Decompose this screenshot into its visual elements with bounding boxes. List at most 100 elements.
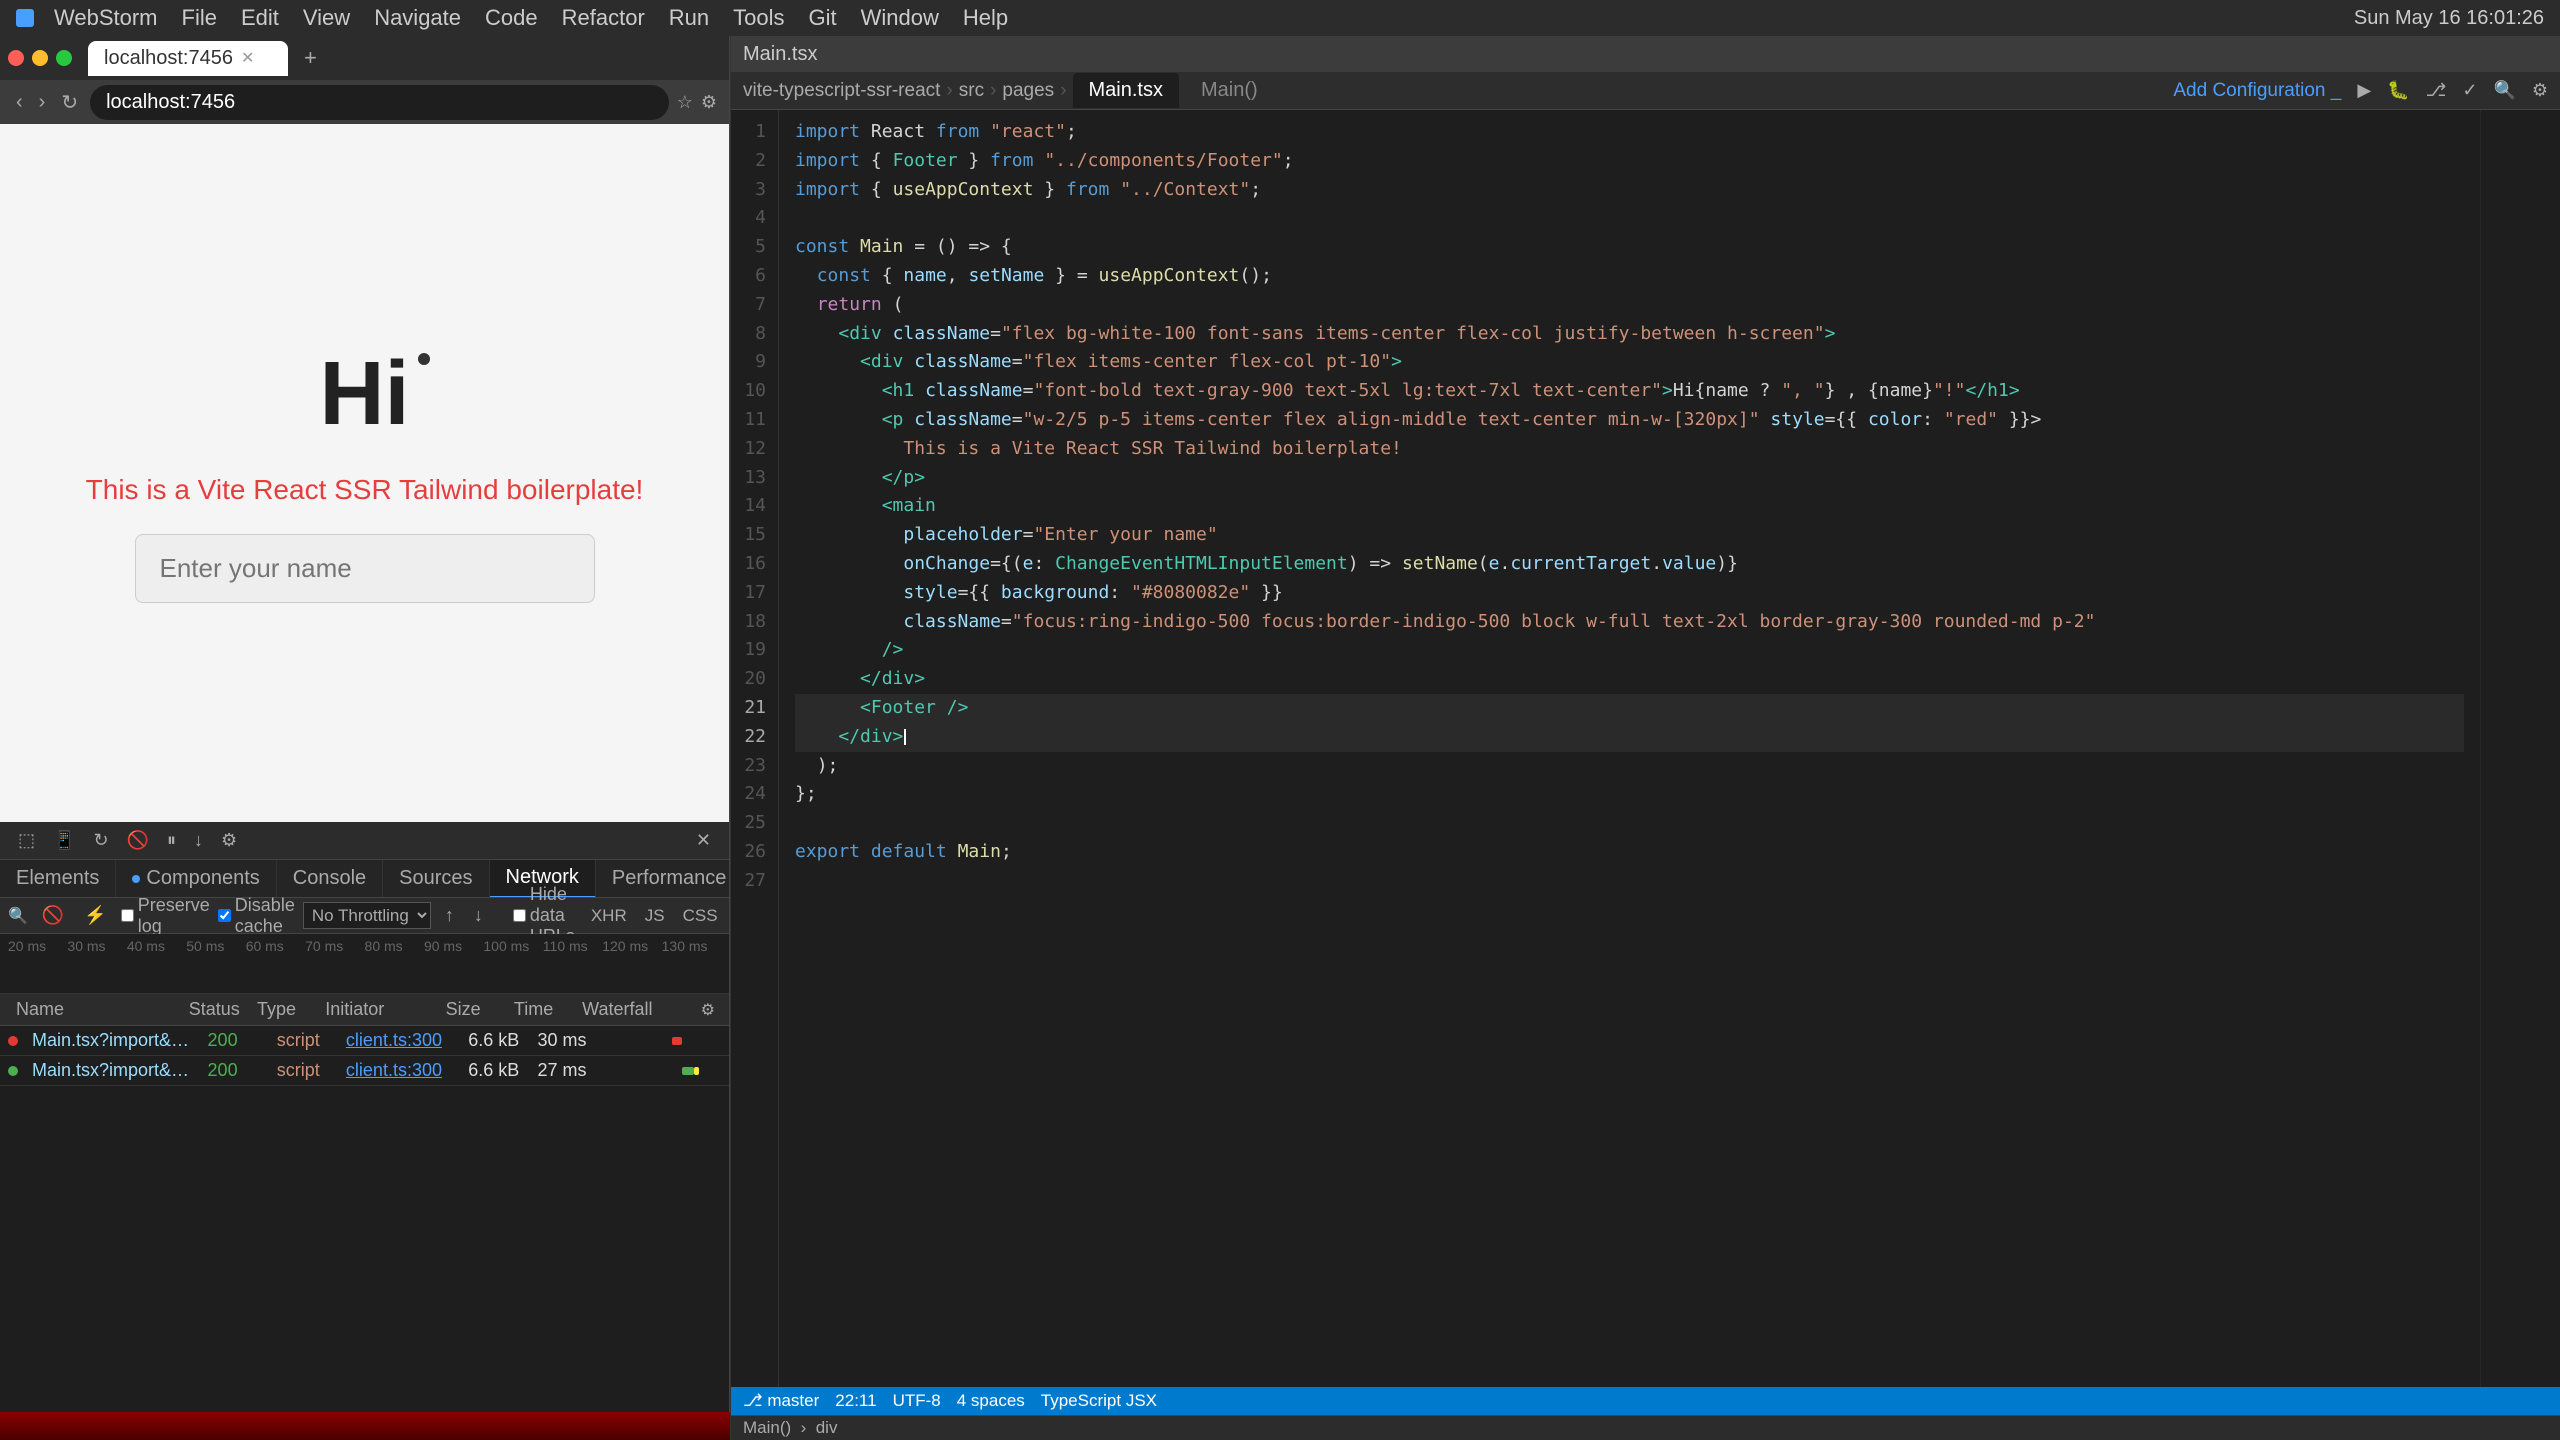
menu-edit[interactable]: Edit [241, 5, 279, 31]
menu-refactor[interactable]: Refactor [562, 5, 645, 31]
tab-elements[interactable]: Elements [0, 860, 116, 898]
menu-window[interactable]: Window [861, 5, 939, 31]
menu-file[interactable]: File [182, 5, 217, 31]
line-6: 6 [731, 262, 766, 291]
devtools-pause-icon[interactable]: ⏸ [161, 826, 182, 855]
code-area[interactable]: import React from "react"; import { Foot… [779, 110, 2480, 1387]
devtools-inspect-icon[interactable]: ⬚ [12, 826, 41, 855]
code-line-4 [795, 204, 2464, 233]
close-button[interactable] [8, 50, 24, 66]
debug-icon[interactable]: 🐛 [2387, 80, 2409, 101]
row-indicator-1 [8, 1036, 18, 1046]
network-table: Name Status Type Initiator Size Time Wat… [0, 994, 729, 1415]
line-23: 23 [731, 752, 766, 781]
devtools-more-icon[interactable]: ✕ [690, 826, 717, 855]
table-settings-icon[interactable]: ⚙ [695, 996, 721, 1024]
network-row-1[interactable]: Main.tsx?import&t=1621195283300 200 scri… [0, 1026, 729, 1056]
forward-button[interactable]: › [35, 87, 50, 118]
line-12: 12 [731, 435, 766, 464]
devtools-refresh-icon[interactable]: ↻ [87, 826, 114, 855]
macos-menu[interactable]: WebStorm File Edit View Navigate Code Re… [54, 5, 1008, 31]
header-name[interactable]: Name [8, 999, 181, 1020]
code-line-5: const Main = () => { [795, 233, 2464, 262]
name-input-field[interactable] [135, 534, 595, 603]
tab-console[interactable]: Console [277, 860, 383, 898]
header-type[interactable]: Type [249, 999, 317, 1020]
header-size[interactable]: Size [438, 999, 506, 1020]
breadcrumb: vite-typescript-ssr-react › src › pages … [743, 73, 1274, 108]
code-line-12: This is a Vite React SSR Tailwind boiler… [795, 435, 2464, 464]
line-3: 3 [731, 176, 766, 205]
menu-run[interactable]: Run [669, 5, 709, 31]
import-har-icon[interactable]: ↑ [439, 901, 460, 930]
search-icon[interactable]: 🔍 [2493, 80, 2515, 101]
tab-sources[interactable]: Sources [383, 860, 489, 898]
row-type-2: script [269, 1060, 338, 1081]
devtools-clear-icon[interactable]: 🚫 [121, 826, 155, 855]
clear-requests-button[interactable]: 🚫 [36, 901, 70, 930]
row-status-2: 200 [200, 1060, 269, 1081]
header-time[interactable]: Time [506, 999, 574, 1020]
extensions-icon[interactable]: ⚙ [701, 92, 717, 113]
minimize-button[interactable] [32, 50, 48, 66]
filter-xhr[interactable]: XHR [583, 904, 635, 928]
disable-cache-checkbox[interactable]: Disable cache [218, 895, 295, 937]
run-icon[interactable]: ▶ [2357, 80, 2371, 101]
row-initiator-2[interactable]: client.ts:300 [338, 1060, 460, 1081]
line-16: 16 [731, 550, 766, 579]
tab-close-icon[interactable]: ✕ [241, 48, 254, 68]
throttle-selector[interactable]: No Throttling [303, 902, 431, 929]
menu-view[interactable]: View [303, 5, 350, 31]
new-tab-button[interactable]: + [296, 41, 325, 75]
network-row-2[interactable]: Main.tsx?import&t=1621195283405 200 scri… [0, 1056, 729, 1086]
code-line-2: import { Footer } from "../components/Fo… [795, 147, 2464, 176]
macos-status-icons: Sun May 16 16:01:26 [2354, 7, 2544, 30]
menu-help[interactable]: Help [963, 5, 1008, 31]
devtools-settings-icon[interactable]: ⚙ [215, 826, 243, 855]
filter-css[interactable]: CSS [675, 904, 726, 928]
bookmark-icon[interactable]: ☆ [677, 92, 693, 113]
refresh-button[interactable]: ↻ [57, 86, 82, 119]
preserve-log-toggle[interactable]: ⚡ [78, 901, 112, 930]
menu-git[interactable]: Git [809, 5, 837, 31]
line-5: 5 [731, 233, 766, 262]
row-name-1: Main.tsx?import&t=1621195283300 [24, 1030, 200, 1051]
header-status[interactable]: Status [181, 999, 249, 1020]
code-line-25 [795, 809, 2464, 838]
code-line-6: const { name, setName } = useAppContext(… [795, 262, 2464, 291]
git-icon[interactable]: ⎇ [2426, 80, 2447, 101]
devtools-mobile-icon[interactable]: 📱 [47, 826, 81, 855]
settings-icon[interactable]: ⚙ [2532, 80, 2548, 101]
devtools-arrow-icon[interactable]: ↓ [188, 826, 209, 855]
preserve-log-checkbox[interactable]: Preserve log [121, 895, 210, 937]
tab-components[interactable]: Components [116, 860, 276, 898]
menu-code[interactable]: Code [485, 5, 538, 31]
header-initiator[interactable]: Initiator [317, 999, 437, 1020]
add-configuration-button[interactable]: Add Configuration _ [2173, 80, 2341, 102]
active-browser-tab[interactable]: localhost:7456 ✕ [88, 41, 288, 76]
tab-main-fn[interactable]: Main() [1185, 73, 1274, 108]
line-2: 2 [731, 147, 766, 176]
code-line-13: </p> [795, 464, 2464, 493]
export-har-icon[interactable]: ↓ [468, 901, 489, 930]
header-waterfall[interactable]: Waterfall [574, 999, 694, 1020]
line-19: 19 [731, 636, 766, 665]
browser-bottom-decoration [0, 1412, 730, 1440]
tab-performance[interactable]: Performance [596, 860, 729, 898]
git-branch-status[interactable]: ⎇ master [743, 1391, 819, 1411]
code-line-20: </div> [795, 665, 2464, 694]
maximize-button[interactable] [56, 50, 72, 66]
menu-navigate[interactable]: Navigate [374, 5, 461, 31]
line-4: 4 [731, 204, 766, 233]
traffic-lights [8, 50, 72, 66]
tab-main-tsx[interactable]: Main.tsx [1073, 73, 1179, 108]
network-table-header: Name Status Type Initiator Size Time Wat… [0, 994, 729, 1026]
address-input[interactable] [90, 85, 669, 120]
editor-titlebar: Main.tsx [731, 36, 2560, 72]
menu-webstorm[interactable]: WebStorm [54, 5, 158, 31]
filter-js[interactable]: JS [637, 904, 673, 928]
tab-title: localhost:7456 [104, 47, 233, 70]
back-button[interactable]: ‹ [12, 87, 27, 118]
row-initiator-1[interactable]: client.ts:300 [338, 1030, 460, 1051]
menu-tools[interactable]: Tools [733, 5, 784, 31]
